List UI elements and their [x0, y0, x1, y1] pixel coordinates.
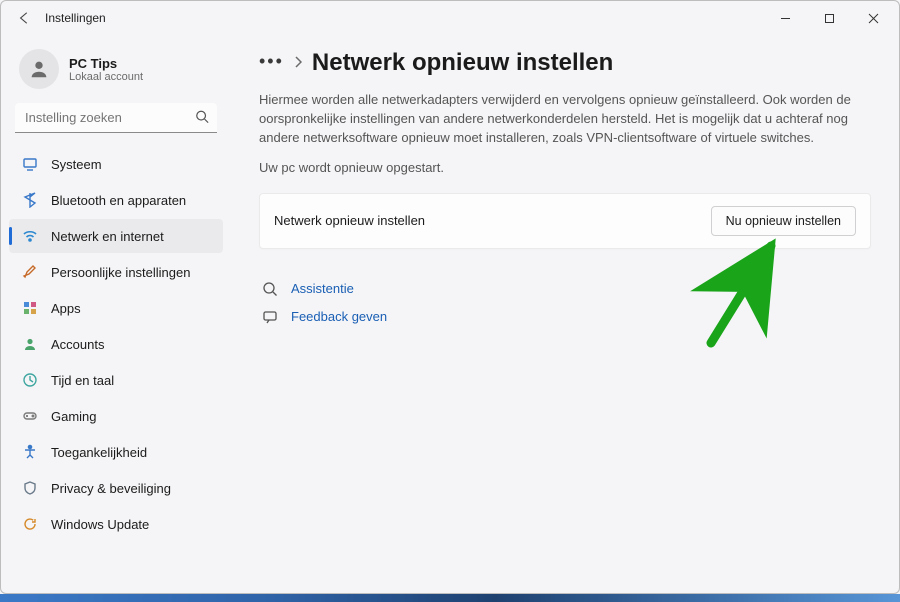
sidebar-item-time[interactable]: Tijd en taal	[9, 363, 223, 397]
sidebar-item-label: Systeem	[51, 157, 102, 172]
sidebar-item-label: Toegankelijkheid	[51, 445, 147, 460]
breadcrumb: ••• Netwerk opnieuw instellen	[259, 49, 871, 77]
paintbrush-icon	[21, 263, 39, 281]
help-link[interactable]: Assistentie	[291, 281, 354, 296]
sidebar-item-label: Persoonlijke instellingen	[51, 265, 190, 280]
sidebar-item-apps[interactable]: Apps	[9, 291, 223, 325]
account-name: PC Tips	[69, 56, 143, 71]
sidebar-item-accessibility[interactable]: Toegankelijkheid	[9, 435, 223, 469]
sidebar-item-label: Tijd en taal	[51, 373, 114, 388]
sidebar-item-label: Accounts	[51, 337, 104, 352]
sidebar-item-gaming[interactable]: Gaming	[9, 399, 223, 433]
avatar	[19, 49, 59, 89]
bluetooth-icon	[21, 191, 39, 209]
chevron-right-icon	[294, 56, 302, 71]
sidebar-item-privacy[interactable]: Privacy & beveiliging	[9, 471, 223, 505]
back-button[interactable]	[11, 11, 39, 25]
sidebar-item-system[interactable]: Systeem	[9, 147, 223, 181]
account-sub: Lokaal account	[69, 71, 143, 83]
feedback-icon	[261, 308, 279, 326]
sidebar-item-update[interactable]: Windows Update	[9, 507, 223, 541]
sidebar-item-label: Bluetooth en apparaten	[51, 193, 186, 208]
sidebar-item-label: Privacy & beveiliging	[51, 481, 171, 496]
sidebar: PC Tips Lokaal account Systeem	[1, 35, 231, 593]
help-link-row[interactable]: Assistentie	[259, 275, 871, 303]
wifi-icon	[21, 227, 39, 245]
close-button[interactable]	[853, 4, 893, 32]
maximize-button[interactable]	[809, 4, 849, 32]
sidebar-item-label: Windows Update	[51, 517, 149, 532]
system-icon	[21, 155, 39, 173]
sidebar-item-label: Apps	[51, 301, 81, 316]
search-box[interactable]	[15, 103, 217, 133]
sidebar-item-label: Netwerk en internet	[51, 229, 164, 244]
help-icon	[261, 280, 279, 298]
feedback-link[interactable]: Feedback geven	[291, 309, 387, 324]
gaming-icon	[21, 407, 39, 425]
minimize-button[interactable]	[765, 4, 805, 32]
sidebar-item-accounts[interactable]: Accounts	[9, 327, 223, 361]
sidebar-item-network[interactable]: Netwerk en internet	[9, 219, 223, 253]
accessibility-icon	[21, 443, 39, 461]
page-description-2: Uw pc wordt opnieuw opgestart.	[259, 160, 871, 175]
shield-icon	[21, 479, 39, 497]
search-input[interactable]	[15, 103, 217, 133]
sidebar-item-bluetooth[interactable]: Bluetooth en apparaten	[9, 183, 223, 217]
card-title: Netwerk opnieuw instellen	[274, 213, 425, 228]
taskbar-sliver	[0, 594, 900, 602]
sidebar-item-label: Gaming	[51, 409, 97, 424]
update-icon	[21, 515, 39, 533]
feedback-link-row[interactable]: Feedback geven	[259, 303, 871, 331]
reset-now-button[interactable]: Nu opnieuw instellen	[711, 206, 856, 236]
account-block[interactable]: PC Tips Lokaal account	[9, 43, 223, 101]
clock-icon	[21, 371, 39, 389]
breadcrumb-overflow[interactable]: •••	[259, 51, 284, 76]
page-description: Hiermee worden alle netwerkadapters verw…	[259, 91, 871, 148]
search-icon	[195, 110, 209, 127]
sidebar-item-personalization[interactable]: Persoonlijke instellingen	[9, 255, 223, 289]
main-content: ••• Netwerk opnieuw instellen Hiermee wo…	[231, 35, 899, 593]
accounts-icon	[21, 335, 39, 353]
window-title: Instellingen	[45, 11, 106, 25]
apps-icon	[21, 299, 39, 317]
reset-card: Netwerk opnieuw instellen Nu opnieuw ins…	[259, 193, 871, 249]
page-title: Netwerk opnieuw instellen	[312, 49, 613, 77]
